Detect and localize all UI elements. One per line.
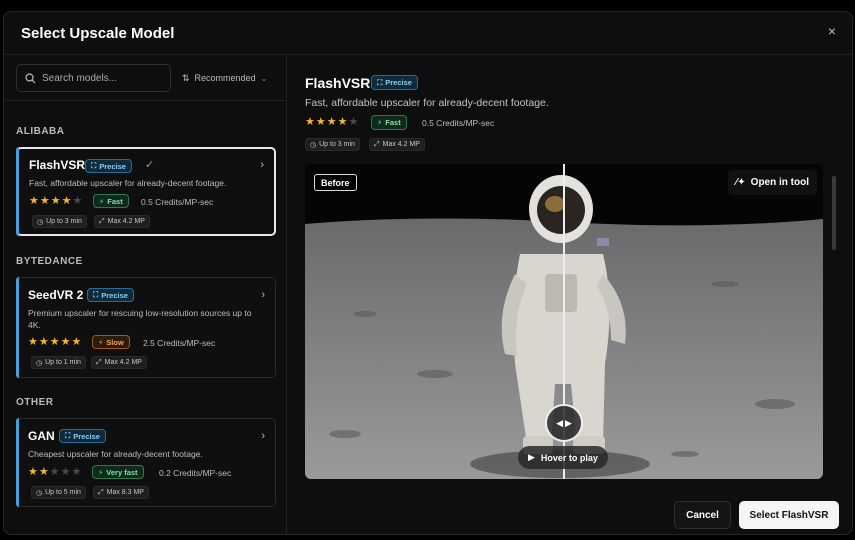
precise-badge: ⛶ Precise (87, 288, 134, 302)
resolution-chip: ⤢ Max 4.2 MP (94, 215, 150, 228)
rating-stars: ★ ★ ★ ★ ★ (28, 466, 82, 478)
chevron-right-icon: › (260, 159, 264, 171)
precise-badge: ⛶ Precise (59, 429, 106, 443)
search-box[interactable] (16, 64, 171, 92)
scrollbar[interactable] (832, 176, 836, 250)
search-row: ⇅ Recommended ⌄ (4, 56, 286, 101)
open-in-tool-button[interactable]: ⁄✦ Open in tool (727, 170, 817, 195)
expand-icon: ⤢ (374, 140, 380, 148)
model-list-panel: ⇅ Recommended ⌄ ALIBABA FlashVSR ⛶Precis… (4, 56, 287, 534)
expand-icon: ⤢ (98, 488, 104, 496)
credits-text: 2.5 Credits/MP-sec (143, 338, 216, 348)
time-chip: ◷ Up to 5 min (31, 486, 86, 499)
preview-comparison[interactable]: Before ⁄✦ Open in tool ◀ ▶ ▶ Hover to pl… (305, 164, 823, 479)
resolution-chip: ⤢ Max 8.3 MP (93, 486, 149, 499)
rating-stars: ★ ★ ★ ★ ★ (29, 195, 83, 207)
compare-handle[interactable]: ◀ ▶ (545, 404, 583, 442)
model-detail-panel: FlashVSR ⛶ Precise Fast, affordable upsca… (288, 56, 852, 534)
search-icon (25, 73, 36, 84)
play-icon: ▶ (528, 452, 535, 462)
close-button[interactable]: × (823, 22, 841, 40)
expand-icon: ⤢ (99, 217, 105, 225)
model-name: GAN (28, 429, 55, 443)
model-name: SeedVR 2 (28, 288, 84, 302)
speed-badge: ⚡ Slow (92, 335, 130, 349)
time-chip: ◷ Up to 3 min (32, 215, 87, 228)
detail-description: Fast, affordable upscaler for already-de… (305, 97, 549, 109)
clock-icon: ◷ (36, 489, 43, 497)
chevron-down-icon: ⌄ (260, 73, 268, 83)
checkmark-icon: ✓ (145, 159, 155, 171)
dialog-title: Select Upscale Model (21, 25, 175, 42)
precise-icon: ⛶ (377, 77, 383, 87)
credits-text: 0.2 Credits/MP-sec (159, 468, 232, 478)
lightning-icon: ⚡ (377, 118, 383, 127)
lightning-icon: ⚡ (98, 337, 104, 347)
precise-icon: ⛶ (65, 431, 71, 440)
before-label: Before (314, 174, 357, 191)
speed-badge: ⚡ Very fast (92, 465, 144, 479)
upscale-model-dialog: Select Upscale Model × ⇅ Recommended ⌄ A… (3, 11, 853, 535)
credits-text: 0.5 Credits/MP-sec (422, 118, 495, 128)
arrow-right-icon: ▶ (565, 417, 572, 428)
cancel-button[interactable]: Cancel (674, 501, 731, 529)
model-description: Cheapest upscaler for already-decent foo… (28, 449, 203, 459)
select-model-button[interactable]: Select FlashVSR (739, 501, 839, 529)
model-description: Fast, affordable upscaler for already-de… (29, 178, 227, 188)
sort-label: Recommended (194, 73, 256, 83)
sort-icon: ⇅ (182, 72, 190, 83)
clock-icon: ◷ (37, 218, 44, 226)
model-card-seedvr2[interactable]: SeedVR 2 ⛶ Precise › Premium upscaler for… (16, 277, 276, 378)
search-input[interactable] (42, 69, 167, 88)
clock-icon: ◷ (310, 141, 317, 149)
model-description: Premium upscaler for rescuing low-resolu… (28, 308, 252, 330)
group-label-other: OTHER (16, 397, 54, 408)
magic-wand-icon: ⁄✦ (735, 177, 746, 188)
resolution-chip: ⤢ Max 4.2 MP (91, 356, 147, 369)
precise-badge: ⛶ Precise (85, 159, 132, 173)
lightning-icon: ⚡ (99, 196, 105, 206)
speed-badge: ⚡ Fast (93, 194, 129, 208)
precise-icon: ⛶ (93, 290, 99, 299)
precise-badge: ⛶ Precise (371, 75, 418, 90)
expand-icon: ⤢ (96, 358, 102, 366)
group-label-alibaba: ALIBABA (16, 126, 65, 137)
hover-to-play-button[interactable]: ▶ Hover to play (518, 446, 608, 469)
rating-stars: ★ ★ ★ ★ ★ (305, 116, 359, 128)
group-label-bytedance: BYTEDANCE (16, 256, 83, 267)
rating-stars: ★ ★ ★ ★ ★ (28, 336, 82, 348)
model-name: FlashVSR (29, 158, 86, 172)
dialog-header: Select Upscale Model × (4, 12, 852, 55)
time-chip: ◷ Up to 1 min (31, 356, 86, 369)
chevron-right-icon: › (261, 430, 265, 442)
detail-model-name: FlashVSR (305, 75, 371, 91)
model-card-gan[interactable]: GAN ⛶ Precise › Cheapest upscaler for alr… (16, 418, 276, 507)
credits-text: 0.5 Credits/MP-sec (141, 197, 214, 207)
sort-dropdown[interactable]: ⇅ Recommended ⌄ (182, 70, 267, 86)
time-chip: ◷ Up to 3 min (305, 138, 360, 151)
chevron-right-icon: › (261, 289, 265, 301)
speed-badge: ⚡ Fast (371, 115, 407, 130)
precise-icon: ⛶ (91, 161, 97, 170)
clock-icon: ◷ (36, 359, 43, 367)
resolution-chip: ⤢ Max 4.2 MP (369, 138, 425, 151)
arrow-left-icon: ◀ (556, 417, 563, 428)
lightning-icon: ⚡ (98, 467, 104, 477)
model-card-flashvsr[interactable]: FlashVSR ⛶ Precise ✓ › Fast, affordable u… (16, 147, 276, 236)
